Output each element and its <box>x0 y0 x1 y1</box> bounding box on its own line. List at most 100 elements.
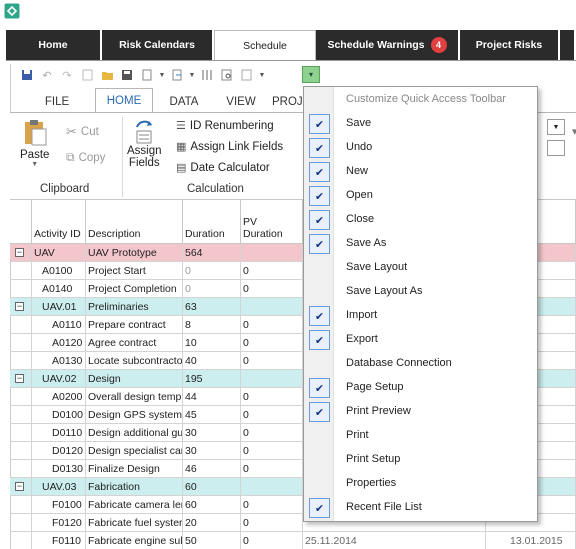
table-cell[interactable] <box>241 244 303 262</box>
chevron-down-icon[interactable]: ▼ <box>158 67 166 83</box>
id-renumbering-button[interactable]: ☰ ID Renumbering <box>176 119 274 133</box>
cut-button[interactable]: ✂ Cut <box>66 124 99 140</box>
table-cell[interactable]: Locate subcontracto <box>86 352 183 370</box>
table-cell[interactable]: UAV Prototype <box>86 244 183 262</box>
assign-link-fields-button[interactable]: ▦ Assign Link Fields <box>176 140 283 154</box>
table-cell[interactable]: 60 <box>183 478 241 496</box>
table-cell[interactable]: 0 <box>241 532 303 549</box>
chevron-down-icon[interactable]: ▼ <box>188 67 196 83</box>
print-preview-icon[interactable] <box>218 67 236 83</box>
table-cell[interactable]: − <box>10 298 32 316</box>
table-cell[interactable]: 0 <box>241 514 303 532</box>
tab-schedule-warnings[interactable]: Schedule Warnings 4 <box>316 30 460 60</box>
table-cell[interactable]: A0120 <box>32 334 86 352</box>
table-cell[interactable]: D0100 <box>32 406 86 424</box>
table-cell[interactable]: Project Completion <box>86 280 183 298</box>
table-cell[interactable] <box>10 280 32 298</box>
table-cell[interactable] <box>10 316 32 334</box>
table-cell[interactable]: − <box>10 370 32 388</box>
table-cell[interactable]: Agree contract <box>86 334 183 352</box>
tab-overflow[interactable] <box>560 30 574 60</box>
input-field[interactable] <box>547 140 565 156</box>
table-cell[interactable]: 0 <box>241 352 303 370</box>
table-cell[interactable] <box>10 388 32 406</box>
tab-project-risks[interactable]: Project Risks <box>460 30 560 60</box>
table-cell[interactable] <box>241 478 303 496</box>
table-cell[interactable]: Design additional gu <box>86 424 183 442</box>
menu-item-recent-file-list[interactable]: ✔ Recent File List <box>304 496 537 520</box>
columns-icon[interactable] <box>198 67 216 83</box>
ribbon-tab-view[interactable]: VIEW <box>218 92 264 112</box>
new-icon[interactable] <box>78 67 96 83</box>
table-cell[interactable]: 0 <box>241 262 303 280</box>
table-cell[interactable] <box>10 262 32 280</box>
table-cell[interactable] <box>10 514 32 532</box>
table-cell[interactable]: 20 <box>183 514 241 532</box>
table-cell[interactable]: 30 <box>183 424 241 442</box>
close-icon[interactable] <box>138 67 156 83</box>
table-cell[interactable] <box>10 496 32 514</box>
copy-button[interactable]: ⧉ Copy <box>66 150 105 165</box>
table-cell[interactable]: D0110 <box>32 424 86 442</box>
table-cell[interactable]: Prepare contract <box>86 316 183 334</box>
table-cell[interactable]: 0 <box>241 280 303 298</box>
tab-home[interactable]: Home <box>6 30 102 60</box>
table-cell[interactable]: UAV <box>32 244 86 262</box>
table-cell[interactable]: 46 <box>183 460 241 478</box>
collapse-icon[interactable]: − <box>15 374 24 383</box>
table-cell[interactable]: UAV.03 <box>32 478 86 496</box>
ribbon-tab-data[interactable]: DATA <box>160 92 208 112</box>
table-cell[interactable]: 30 <box>183 442 241 460</box>
table-cell[interactable]: Design GPS system <box>86 406 183 424</box>
table-cell[interactable]: 0 <box>241 442 303 460</box>
table-cell[interactable]: A0100 <box>32 262 86 280</box>
table-cell[interactable]: 0 <box>241 334 303 352</box>
table-cell[interactable]: 0 <box>241 496 303 514</box>
table-cell[interactable]: A0110 <box>32 316 86 334</box>
collapse-icon[interactable]: − <box>15 302 24 311</box>
table-cell[interactable]: 10 <box>183 334 241 352</box>
table-cell[interactable]: UAV.02 <box>32 370 86 388</box>
table-cell[interactable]: Fabricate camera ler <box>86 496 183 514</box>
column-header-duration[interactable]: Duration <box>183 200 241 244</box>
table-cell[interactable]: − <box>10 244 32 262</box>
menu-item-print[interactable]: Print <box>304 424 537 448</box>
menu-item-database-connection[interactable]: Database Connection <box>304 352 537 376</box>
table-cell[interactable]: 40 <box>183 352 241 370</box>
table-cell[interactable]: 0 <box>183 280 241 298</box>
filter-icon[interactable]: ▾ <box>572 125 576 138</box>
table-cell[interactable]: 60 <box>183 496 241 514</box>
table-cell[interactable]: 63 <box>183 298 241 316</box>
collapse-icon[interactable]: − <box>15 482 24 491</box>
chevron-down-icon[interactable]: ▼ <box>258 67 266 83</box>
table-cell[interactable] <box>10 442 32 460</box>
table-cell[interactable]: Project Start <box>86 262 183 280</box>
table-cell[interactable]: Fabrication <box>86 478 183 496</box>
date-calculator-button[interactable]: ▤ Date Calculator <box>176 161 270 175</box>
table-cell[interactable]: D0130 <box>32 460 86 478</box>
table-cell[interactable]: Fabricate engine sul <box>86 532 183 549</box>
table-cell[interactable] <box>241 370 303 388</box>
menu-item-export[interactable]: ✔ Export <box>304 328 537 352</box>
table-cell[interactable] <box>10 352 32 370</box>
table-cell[interactable]: 44 <box>183 388 241 406</box>
table-cell[interactable]: Overall design templ <box>86 388 183 406</box>
table-cell[interactable]: Finalize Design <box>86 460 183 478</box>
tab-schedule[interactable]: Schedule <box>214 30 316 61</box>
table-cell[interactable] <box>10 334 32 352</box>
save-icon[interactable] <box>18 67 36 83</box>
menu-item-close[interactable]: ✔ Close <box>304 208 537 232</box>
table-cell[interactable] <box>10 532 32 549</box>
table-cell[interactable]: Design specialist car <box>86 442 183 460</box>
column-header-activity-id[interactable]: Activity ID <box>32 200 86 244</box>
table-cell[interactable]: 195 <box>183 370 241 388</box>
table-cell[interactable]: A0130 <box>32 352 86 370</box>
menu-item-save-layout[interactable]: Save Layout <box>304 256 537 280</box>
open-icon[interactable] <box>98 67 116 83</box>
save-as-icon[interactable] <box>118 67 136 83</box>
table-cell[interactable]: 0 <box>241 316 303 334</box>
paste-button[interactable]: Paste ▼ <box>20 119 49 168</box>
table-cell[interactable]: 45 <box>183 406 241 424</box>
dropdown-arrow[interactable]: ▼ <box>547 119 565 135</box>
menu-item-print-preview[interactable]: ✔ Print Preview <box>304 400 537 424</box>
